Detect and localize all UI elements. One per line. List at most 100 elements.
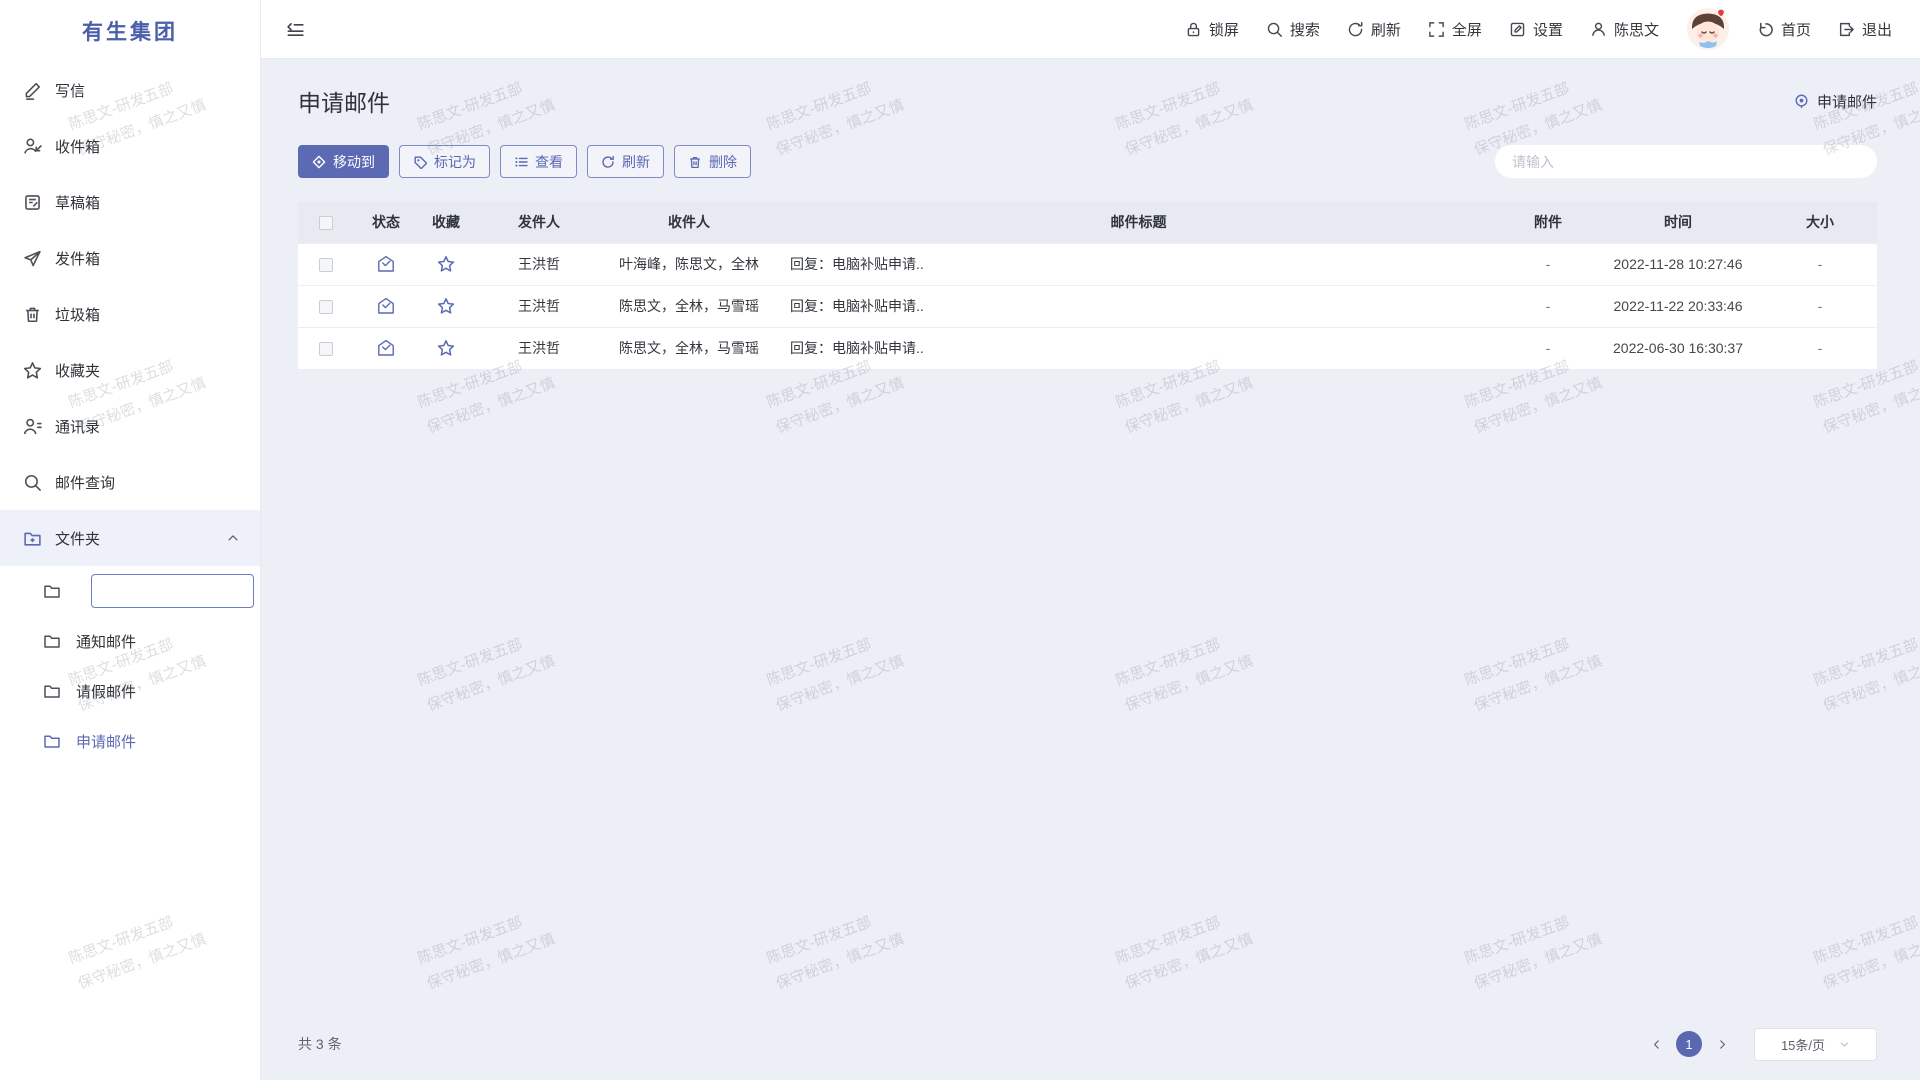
sidebar-folder-notice[interactable]: 通知邮件 (0, 616, 260, 666)
cell-size: - (1763, 285, 1877, 327)
folder-plus-icon (22, 528, 42, 548)
home-button[interactable]: 首页 (1757, 19, 1811, 40)
move-aim-icon (312, 155, 326, 169)
table-row[interactable]: 王洪哲 叶海峰，陈思文，全林 回复：电脑补贴申请.. - 2022-11-28 … (298, 243, 1877, 285)
person-arrow-icon (22, 136, 42, 156)
sidebar-item-label: 发件箱 (55, 248, 100, 269)
lock-screen-button[interactable]: 锁屏 (1185, 19, 1239, 40)
sidebar-item-label: 垃圾箱 (55, 304, 100, 325)
delete-button[interactable]: 删除 (674, 145, 751, 178)
action-label: 刷新 (1371, 19, 1401, 40)
refresh-button[interactable]: 刷新 (1347, 19, 1401, 40)
sidebar-item-label: 收件箱 (55, 136, 100, 157)
action-label: 搜索 (1290, 19, 1320, 40)
cell-attachment: - (1503, 243, 1593, 285)
col-size: 大小 (1763, 202, 1877, 243)
folder-label: 申请邮件 (76, 731, 136, 752)
current-page-button[interactable]: 1 (1676, 1031, 1702, 1057)
next-page-button[interactable] (1711, 1038, 1733, 1051)
exit-button[interactable]: 退出 (1838, 19, 1892, 40)
topbar: 锁屏 搜索 刷新 全屏 设置 (261, 0, 1920, 59)
topbar-actions: 锁屏 搜索 刷新 全屏 设置 (1185, 7, 1892, 51)
action-label: 退出 (1862, 19, 1892, 40)
folder-label: 请假邮件 (76, 681, 136, 702)
sidebar-folder-application[interactable]: 申请邮件 (0, 716, 260, 766)
sidebar-item-label: 写信 (55, 80, 85, 101)
refresh-list-button[interactable]: 刷新 (587, 145, 664, 178)
move-to-button[interactable]: 移动到 (298, 145, 389, 178)
action-label: 设置 (1533, 19, 1563, 40)
star-icon (22, 360, 42, 380)
favorite-star-icon[interactable] (437, 255, 455, 273)
sidebar-item-trash[interactable]: 垃圾箱 (0, 286, 260, 342)
sidebar-item-sent[interactable]: 发件箱 (0, 230, 260, 286)
sidebar-item-favorites[interactable]: 收藏夹 (0, 342, 260, 398)
menu-fold-icon[interactable] (285, 19, 305, 39)
mail-read-icon (377, 339, 395, 357)
cell-subject[interactable]: 回复：电脑补贴申请.. (774, 327, 1503, 369)
view-button[interactable]: 查看 (500, 145, 577, 178)
mark-as-button[interactable]: 标记为 (399, 145, 490, 178)
sidebar-item-inbox[interactable]: 收件箱 (0, 118, 260, 174)
toolbar: 移动到 标记为 查看 刷新 删除 (298, 145, 1877, 178)
avatar[interactable] (1686, 7, 1730, 51)
company-logo: 有生集团 (0, 0, 260, 62)
cell-size: - (1763, 327, 1877, 369)
pencil-icon (22, 80, 42, 100)
chevron-up-icon (226, 531, 240, 545)
row-checkbox[interactable] (319, 258, 333, 272)
col-sender: 发件人 (474, 202, 604, 243)
paper-plane-icon (22, 248, 42, 268)
page-size-value: 15条/页 (1781, 1035, 1825, 1054)
cell-time: 2022-11-28 10:27:46 (1593, 243, 1763, 285)
logout-icon (1838, 21, 1855, 38)
mail-filter-input[interactable] (1495, 145, 1877, 178)
current-user[interactable]: 陈思文 (1590, 19, 1659, 40)
col-attachment: 附件 (1503, 202, 1593, 243)
sidebar-item-drafts[interactable]: 草稿箱 (0, 174, 260, 230)
total-count: 共 3 条 (298, 1034, 342, 1054)
cell-attachment: - (1503, 327, 1593, 369)
row-checkbox[interactable] (319, 300, 333, 314)
cell-recipients: 叶海峰，陈思文，全林 (604, 243, 774, 285)
trash-icon (688, 155, 702, 169)
cell-subject[interactable]: 回复：电脑补贴申请.. (774, 285, 1503, 327)
folder-icon (43, 582, 61, 600)
settings-icon (1509, 21, 1526, 38)
cell-subject[interactable]: 回复：电脑补贴申请.. (774, 243, 1503, 285)
sidebar-item-mail-search[interactable]: 邮件查询 (0, 454, 260, 510)
mail-read-icon (377, 255, 395, 273)
row-checkbox[interactable] (319, 342, 333, 356)
location-pin-icon (1793, 93, 1810, 110)
prev-page-button[interactable] (1645, 1038, 1667, 1051)
tag-icon (413, 155, 427, 169)
new-folder-name-input[interactable] (91, 574, 254, 608)
table-row[interactable]: 王洪哲 陈思文，全林，马雪瑶 回复：电脑补贴申请.. - 2022-06-30 … (298, 327, 1877, 369)
folder-icon (43, 682, 61, 700)
favorite-star-icon[interactable] (437, 297, 455, 315)
sidebar-folder-leave[interactable]: 请假邮件 (0, 666, 260, 716)
sidebar-item-folders[interactable]: 文件夹 (0, 510, 260, 566)
list-icon (514, 155, 528, 169)
breadcrumb[interactable]: 申请邮件 (1793, 91, 1877, 112)
cell-attachment: - (1503, 285, 1593, 327)
col-status: 状态 (354, 202, 418, 243)
folder-label: 通知邮件 (76, 631, 136, 652)
sidebar-item-contacts[interactable]: 通讯录 (0, 398, 260, 454)
lock-icon (1185, 21, 1202, 38)
cell-sender: 王洪哲 (474, 327, 604, 369)
action-label: 锁屏 (1209, 19, 1239, 40)
folder-icon (43, 632, 61, 650)
button-label: 移动到 (333, 152, 375, 172)
fullscreen-button[interactable]: 全屏 (1428, 19, 1482, 40)
search-button[interactable]: 搜索 (1266, 19, 1320, 40)
select-all-checkbox[interactable] (319, 216, 333, 230)
page-size-select[interactable]: 15条/页 (1754, 1028, 1877, 1061)
table-row[interactable]: 王洪哲 陈思文，全林，马雪瑶 回复：电脑补贴申请.. - 2022-11-22 … (298, 285, 1877, 327)
settings-button[interactable]: 设置 (1509, 19, 1563, 40)
content: 申请邮件 申请邮件 移动到 标记为 查看 (261, 59, 1920, 1080)
sidebar-item-compose[interactable]: 写信 (0, 62, 260, 118)
table-header-row: 状态 收藏 发件人 收件人 邮件标题 附件 时间 大小 (298, 202, 1877, 243)
draft-icon (22, 192, 42, 212)
favorite-star-icon[interactable] (437, 339, 455, 357)
